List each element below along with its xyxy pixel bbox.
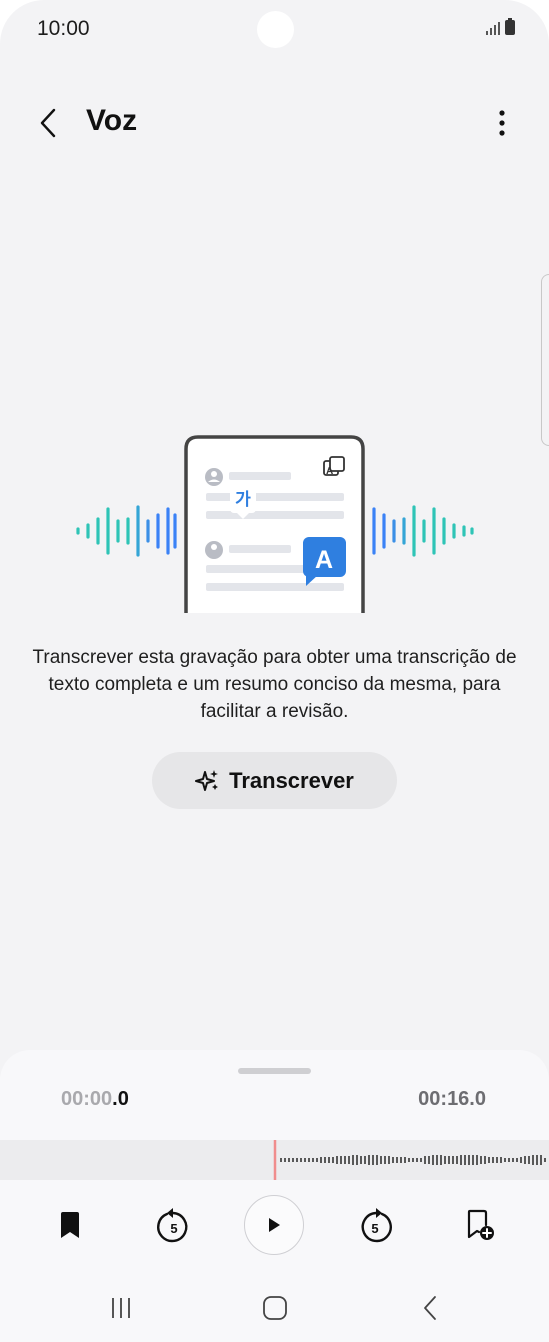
bookmark-button[interactable] [52,1207,88,1243]
status-time: 10:00 [37,17,90,40]
back-icon [424,1296,436,1320]
transcription-illustration: A 가 A [74,435,476,613]
rewind-5-button[interactable]: 5 [150,1203,196,1249]
svg-text:5: 5 [371,1221,378,1236]
screen: 10:00 Voz A 가 A Transcrever esta gravaçã… [0,0,549,1342]
forward-5-button[interactable]: 5 [353,1203,399,1249]
waveform-scrubber[interactable] [0,1140,549,1180]
status-icons [486,18,515,35]
left-waveform [76,505,177,557]
chevron-left-icon [40,108,56,138]
current-time-main: 00:00 [61,1088,113,1110]
recent-apps-button[interactable] [101,1291,141,1325]
status-bar: 10:00 [0,0,549,60]
battery-icon [505,18,515,35]
system-nav-bar [0,1275,549,1342]
more-options-button[interactable] [487,103,517,143]
transcribe-label: Transcrever [229,767,354,793]
edge-panel-handle[interactable] [541,274,549,446]
transcribe-description: Transcrever esta gravação para obter uma… [32,647,517,722]
camera-notch [257,11,294,48]
total-time: 00:16.0 [418,1088,486,1110]
bookmark-icon [61,1212,79,1238]
svg-text:A: A [326,466,333,477]
play-button[interactable] [244,1195,304,1255]
current-time-fraction: .0 [112,1088,129,1110]
app-header: Voz [0,95,549,151]
add-bookmark-button[interactable] [462,1207,498,1243]
playback-controls: 5 5 [0,1195,549,1257]
add-bookmark-icon [467,1209,494,1240]
more-vertical-icon [499,110,505,136]
home-icon [263,1296,287,1320]
page-title: Voz [86,104,138,137]
transcribe-button[interactable]: Transcrever [152,752,397,809]
rewind-5-icon: 5 [157,1208,188,1243]
recent-apps-icon [112,1298,130,1318]
svg-text:5: 5 [170,1221,177,1236]
forward-5-icon: 5 [361,1208,392,1243]
panel-drag-handle[interactable] [238,1068,311,1074]
signal-icon [486,21,500,35]
svg-text:A: A [315,546,333,574]
svg-text:가: 가 [235,490,251,510]
current-time: 00:00.0 [61,1088,129,1111]
home-button[interactable] [255,1291,295,1325]
right-waveform [372,505,474,557]
nav-back-button[interactable] [410,1291,450,1325]
person-icon [205,468,223,486]
sparkle-icon [195,769,219,791]
play-icon [269,1218,280,1232]
back-button[interactable] [30,103,66,143]
